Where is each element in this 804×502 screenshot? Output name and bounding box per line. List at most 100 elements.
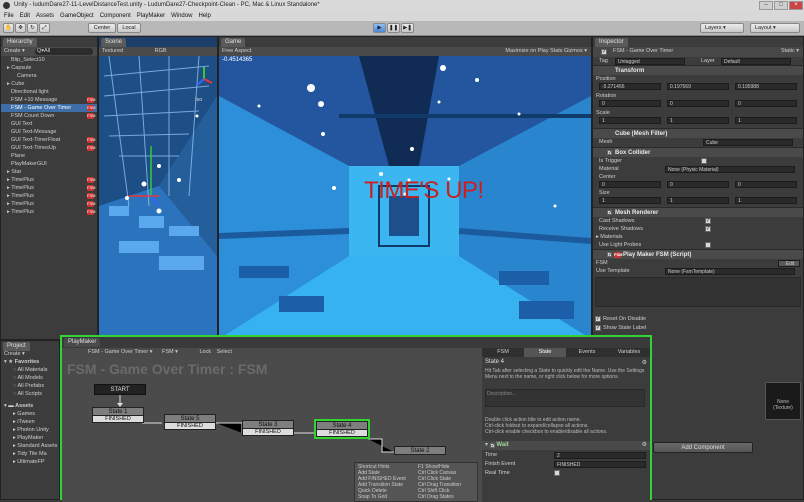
center-z-field[interactable]: 0 xyxy=(735,181,797,188)
tab-playmaker[interactable]: PlayMaker xyxy=(64,338,101,347)
state-node-1[interactable]: State 1 FINISHED xyxy=(92,407,144,423)
real-time-checkbox[interactable] xyxy=(554,470,560,476)
position-x-field[interactable]: -5.271466 xyxy=(599,83,661,90)
scale-z-field[interactable]: 1 xyxy=(735,117,797,124)
pause-button[interactable]: ❚❚ xyxy=(387,23,400,33)
list-item[interactable]: GUI Text-TimesUp FSM xyxy=(1,144,97,152)
list-item[interactable]: ▸ Games xyxy=(13,411,35,417)
list-item[interactable]: ◌ All Prefabs xyxy=(13,383,44,389)
fsm-description-area[interactable] xyxy=(595,277,801,307)
list-item[interactable]: ▸ Star xyxy=(1,168,97,176)
add-component-button[interactable]: Add Component xyxy=(653,442,753,453)
layers-dropdown[interactable]: Layers ▾ xyxy=(700,23,744,33)
tab-scene[interactable]: Scene xyxy=(101,38,127,47)
list-item[interactable]: ◌ All Materials xyxy=(13,367,47,373)
mesh-field[interactable]: Cube xyxy=(703,139,793,146)
position-y-field[interactable]: 0.197569 xyxy=(667,83,729,90)
scale-x-field[interactable]: 1 xyxy=(599,117,661,124)
object-active-checkbox[interactable]: ✓ xyxy=(601,49,607,55)
state-node-5[interactable]: State 5 FINISHED xyxy=(164,414,216,430)
size-y-field[interactable]: 1 xyxy=(667,197,729,204)
menu-component[interactable]: Component xyxy=(100,11,131,21)
state-settings-icon[interactable]: ⚙ xyxy=(642,359,647,366)
list-item[interactable]: FSM Count Down FSM xyxy=(1,112,97,120)
assets-header[interactable]: ▾ ▬ Assets xyxy=(4,403,33,409)
hierarchy-create-button[interactable]: Create ▾ xyxy=(4,48,25,54)
center-y-field[interactable]: 0 xyxy=(667,181,729,188)
template-field[interactable]: None (FsmTemplate) xyxy=(665,268,795,275)
mesh-renderer-header[interactable]: ✓ Mesh Renderer xyxy=(593,207,803,217)
fsm-edit-button[interactable]: Edit xyxy=(778,260,800,267)
playmaker-fsm-header[interactable]: ✓ FSM Play Maker FSM (Script) xyxy=(593,249,803,259)
materials-foldout[interactable]: ▸ Materials xyxy=(593,233,803,241)
receive-shadows-checkbox[interactable]: ✓ xyxy=(705,226,711,232)
playmaker-enabled-checkbox[interactable]: ✓ xyxy=(607,252,612,258)
position-z-field[interactable]: 0.195988 xyxy=(735,83,797,90)
shading-dropdown[interactable]: Textured xyxy=(102,48,123,54)
list-item[interactable]: GUI Text-TimerFloat FSM xyxy=(1,136,97,144)
aspect-dropdown[interactable]: Free Aspect xyxy=(222,48,251,54)
select-button[interactable]: Select xyxy=(217,349,232,355)
light-probes-checkbox[interactable] xyxy=(705,242,711,248)
list-item[interactable]: ▸ TimePlus FSM xyxy=(1,208,97,216)
mesh-filter-header[interactable]: Cube (Mesh Filter) xyxy=(593,128,803,138)
tab-state[interactable]: State xyxy=(524,348,566,357)
list-item[interactable]: Blip_Select10 xyxy=(1,56,97,64)
list-item[interactable]: ▸ TimePlus FSM xyxy=(1,200,97,208)
list-item[interactable]: FSM +10 Message FSM xyxy=(1,96,97,104)
play-button[interactable]: ▶ xyxy=(373,23,386,33)
pivot-local-button[interactable]: Local xyxy=(117,23,141,33)
menu-file[interactable]: File xyxy=(4,11,14,21)
list-item[interactable]: ▸ TimePlus FSM xyxy=(1,184,97,192)
tab-events[interactable]: Events xyxy=(566,348,608,357)
tab-inspector[interactable]: Inspector xyxy=(595,38,628,47)
menu-assets[interactable]: Assets xyxy=(36,11,54,21)
list-item[interactable]: ▸ Tidy Tile Ma xyxy=(13,451,47,457)
tab-hierarchy[interactable]: Hierarchy xyxy=(3,38,37,47)
move-tool-icon[interactable]: ✥ xyxy=(15,23,26,33)
object-name[interactable]: FSM - Game Over Timer xyxy=(609,48,673,54)
list-item[interactable]: ◌ All Scripts xyxy=(13,391,42,397)
menu-gameobject[interactable]: GameObject xyxy=(60,11,94,21)
project-create-button[interactable]: Create ▾ xyxy=(4,351,25,357)
list-item[interactable]: ▸ UltimateFP xyxy=(13,459,45,465)
start-node[interactable]: START xyxy=(94,384,146,395)
scale-tool-icon[interactable]: ⤢ xyxy=(39,23,50,33)
material-texture-preview[interactable]: None (Texture) xyxy=(765,382,801,420)
fsm-name-dropdown[interactable]: FSM ▾ xyxy=(162,349,178,355)
list-item[interactable]: ▸ Capsule xyxy=(1,64,97,72)
static-dropdown[interactable]: Static ▾ xyxy=(781,47,799,55)
action-settings-icon[interactable]: ⚙ xyxy=(642,441,647,450)
pivot-center-button[interactable]: Center xyxy=(88,23,116,33)
fsm-select-dropdown[interactable]: FSM - Game Over Timer ▾ xyxy=(88,349,153,355)
wait-enabled-checkbox[interactable]: ✓ xyxy=(489,443,495,449)
list-item[interactable]: ▸ TimePlus FSM xyxy=(1,192,97,200)
rotation-x-field[interactable]: 0 xyxy=(599,100,661,107)
collider-material-field[interactable]: None (Physic Material) xyxy=(665,166,795,173)
menu-edit[interactable]: Edit xyxy=(20,11,30,21)
state-node-3[interactable]: State 3 FINISHED xyxy=(242,420,294,436)
state-description-field[interactable]: Description... xyxy=(485,389,645,407)
list-item[interactable]: GUI Text-Message xyxy=(1,128,97,136)
list-item[interactable]: ▸ TimePlus FSM xyxy=(1,176,97,184)
list-item[interactable]: Camera xyxy=(1,72,97,80)
wait-time-field[interactable]: 2 xyxy=(554,452,646,459)
list-item[interactable]: ◌ All Models xyxy=(13,375,43,381)
render-mode-dropdown[interactable]: RGB xyxy=(155,48,167,54)
tab-project[interactable]: Project xyxy=(3,342,30,351)
mesh-renderer-enabled-checkbox[interactable]: ✓ xyxy=(607,210,612,216)
reset-on-disable-checkbox[interactable]: ✓ xyxy=(595,316,601,322)
close-button[interactable]: × xyxy=(789,1,803,10)
state-node-4-selected[interactable]: State 4 FINISHED xyxy=(314,419,370,439)
menu-help[interactable]: Help xyxy=(198,11,210,21)
rotation-z-field[interactable]: 0 xyxy=(735,100,797,107)
trigger-checkbox[interactable] xyxy=(701,158,707,164)
tab-game[interactable]: Game xyxy=(221,38,246,47)
show-state-label-checkbox[interactable]: ✓ xyxy=(595,325,601,331)
tag-dropdown[interactable]: Untagged xyxy=(615,58,685,65)
list-item[interactable]: ▸ PlayMaker xyxy=(13,435,43,441)
list-item[interactable]: ▸ Photon Unity xyxy=(13,427,49,433)
wait-action-header[interactable]: ▾ ✓ Wait ⚙ xyxy=(482,441,650,450)
hand-tool-icon[interactable]: ✋ xyxy=(3,23,14,33)
list-item[interactable]: PlayMakerGUI xyxy=(1,160,97,168)
